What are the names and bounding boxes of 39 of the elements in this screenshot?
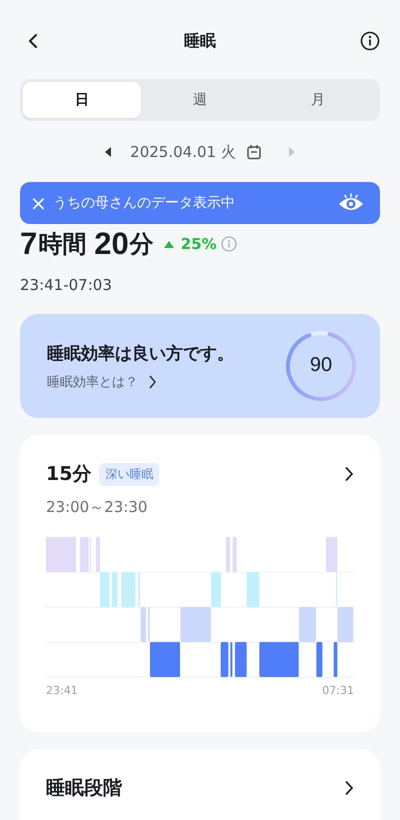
stage-duration: 15分 — [46, 462, 92, 487]
sleep-stage-bar — [46, 537, 76, 572]
stage-tag: 深い睡眠 — [99, 462, 160, 486]
minutes-value: 20 — [94, 226, 129, 262]
tab[interactable]: 週 — [141, 82, 259, 118]
date-label: 2025.04.01 火 — [130, 142, 236, 162]
info-icon[interactable] — [360, 31, 380, 51]
sleep-stage-bar — [112, 572, 118, 607]
hours-value: 7 — [20, 226, 38, 262]
chevron-right-icon[interactable] — [344, 780, 354, 796]
change-percent: 25% — [180, 235, 217, 253]
section-title: 睡眠段階 — [46, 776, 122, 801]
chevron-right-icon[interactable] — [344, 466, 354, 482]
calendar-icon[interactable] — [246, 144, 262, 160]
sleep-stage-bar — [121, 572, 136, 607]
sleep-stage-bar — [235, 642, 247, 677]
hours-unit: 時間 — [38, 229, 86, 260]
sleep-stage-bar — [230, 642, 232, 677]
eye-icon[interactable] — [338, 193, 364, 213]
page-title: 睡眠 — [184, 30, 216, 52]
minutes-unit: 分 — [130, 229, 154, 260]
banner-text: うちの母さんのデータ表示中 — [52, 194, 236, 212]
sleep-stage-bar — [226, 537, 230, 572]
back-icon[interactable] — [26, 33, 40, 49]
close-button[interactable]: × — [30, 193, 53, 213]
stage-time-range: 23:00～23:30 — [46, 498, 148, 517]
efficiency-title: 睡眠効率は良い方です。 — [47, 342, 235, 364]
previous-icon[interactable] — [104, 147, 112, 157]
axis-label: 07:31 — [322, 684, 354, 697]
tab[interactable]: 月 — [259, 82, 377, 118]
axis-label: 23:41 — [46, 684, 78, 697]
tab[interactable]: 日 — [23, 82, 141, 118]
chevron-right-icon — [148, 374, 157, 388]
efficiency-score: 90 — [308, 354, 334, 377]
sleep-time-range: 23:41-07:03 — [20, 276, 113, 294]
sleep-stage-bar — [232, 537, 237, 572]
sleep-stage-bar — [220, 642, 228, 677]
sleep-stage-bar — [246, 572, 260, 607]
efficiency-link[interactable]: 睡眠効率とは？ — [47, 372, 157, 390]
